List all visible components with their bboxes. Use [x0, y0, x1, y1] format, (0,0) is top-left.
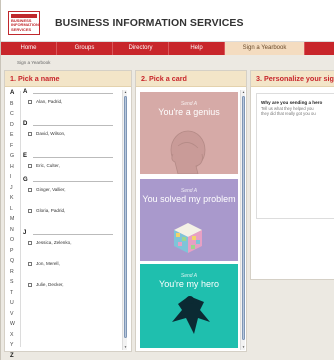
group-header-g: G	[23, 176, 119, 185]
panel-title-pick-name: 1. Pick a name	[5, 71, 131, 87]
nav-help[interactable]: Help	[169, 42, 225, 55]
main-nav: Home Groups Directory Help Sign a Yearbo…	[1, 42, 334, 55]
name-checkbox[interactable]	[28, 208, 32, 213]
name-item[interactable]: Julie, Decker,	[23, 280, 119, 289]
panel-title-pick-card: 2. Pick a card	[136, 71, 246, 87]
alpha-letter[interactable]: L	[5, 204, 21, 215]
alpha-letter[interactable]: R	[5, 267, 21, 278]
name-checkbox[interactable]	[28, 163, 32, 168]
card-genius[interactable]: Send A You're a genius	[140, 92, 238, 174]
pick-card-panel: 2. Pick a card Send A You're a genius Se…	[135, 70, 247, 352]
nav-directory[interactable]: Directory	[113, 42, 169, 55]
alpha-letter[interactable]: U	[5, 298, 21, 309]
rubiks-cube-illustration	[174, 223, 202, 253]
name-label: David, Wilson,	[36, 131, 66, 136]
alpha-letter[interactable]: Q	[5, 256, 21, 267]
name-checkbox[interactable]	[28, 99, 32, 104]
card-solved-problem[interactable]: Send A You solved my problem	[140, 179, 238, 261]
name-checkbox[interactable]	[28, 261, 32, 266]
name-label: Alan, Padrid,	[36, 99, 63, 104]
alpha-letter[interactable]: F	[5, 141, 21, 152]
alpha-letter[interactable]: I	[5, 172, 21, 183]
alpha-letter[interactable]: X	[5, 330, 21, 341]
personalize-panel: 3. Personalize your sig Why are you send…	[250, 70, 334, 280]
name-item[interactable]: David, Wilson,	[23, 129, 119, 138]
scroll-up-arrow-icon[interactable]: ▲	[241, 91, 246, 94]
name-checkbox[interactable]	[28, 131, 32, 136]
alpha-letter[interactable]: N	[5, 225, 21, 236]
alphabet-index: A B C D E F G H I J K L M N O P Q R S T …	[5, 88, 21, 360]
card-list-scrollbar[interactable]: ▲ ▼	[240, 90, 245, 350]
panel-title-personalize: 3. Personalize your sig	[251, 71, 334, 87]
alpha-letter[interactable]: T	[5, 288, 21, 299]
site-header: BUSINESS INFORMATION SERVICES BUSINESS I…	[1, 0, 334, 42]
nav-groups[interactable]: Groups	[57, 42, 113, 55]
alpha-letter[interactable]: E	[5, 130, 21, 141]
breadcrumb[interactable]: Sign a Yearbook	[17, 60, 50, 65]
scroll-up-arrow-icon[interactable]: ▲	[123, 91, 128, 94]
card-hero[interactable]: Send A You're my hero	[140, 264, 238, 348]
alphabet-divider	[20, 91, 21, 347]
alpha-letter[interactable]: C	[5, 109, 21, 120]
alpha-letter[interactable]: D	[5, 120, 21, 131]
company-logo[interactable]: BUSINESS INFORMATION SERVICES	[8, 11, 40, 35]
alpha-letter[interactable]: Y	[5, 340, 21, 351]
alpha-letter[interactable]: M	[5, 214, 21, 225]
message-question: Why are you sending a hero	[261, 100, 323, 105]
name-label: Ginger, Vallier,	[36, 187, 66, 192]
group-header-e: E	[23, 152, 119, 161]
group-header-d: D	[23, 120, 119, 129]
pick-name-panel: 1. Pick a name A B C D E F G H I J K L M…	[4, 70, 132, 359]
name-item[interactable]: Gloria, Padrid,	[23, 206, 119, 215]
name-list: A Alan, Padrid, D David, Wilson, E Eric,…	[23, 88, 119, 289]
scroll-down-arrow-icon[interactable]: ▼	[123, 346, 128, 349]
scrollbar-thumb[interactable]	[241, 96, 245, 340]
name-item[interactable]: Jon, Merell,	[23, 259, 119, 268]
name-item[interactable]: Alan, Padrid,	[23, 97, 119, 106]
name-checkbox[interactable]	[28, 240, 32, 245]
name-item[interactable]: Eric, Culter,	[23, 161, 119, 170]
name-item[interactable]: Ginger, Vallier,	[23, 185, 119, 194]
alpha-letter[interactable]: G	[5, 151, 21, 162]
brand-title: BUSINESS INFORMATION SERVICES	[55, 17, 244, 29]
alpha-letter[interactable]: H	[5, 162, 21, 173]
name-checkbox[interactable]	[28, 282, 32, 287]
scrollbar-thumb[interactable]	[123, 96, 127, 338]
alpha-letter[interactable]: W	[5, 319, 21, 330]
message-hint: Tell us what they helped you they did th…	[261, 106, 316, 117]
nav-home[interactable]: Home	[1, 42, 57, 55]
message-textarea[interactable]: Why are you sending a hero Tell us what …	[256, 93, 334, 219]
flying-hero-illustration	[172, 296, 210, 334]
logo-line-3: SERVICES	[11, 26, 32, 32]
name-label: Julie, Decker,	[36, 282, 64, 287]
name-list-scrollbar[interactable]: ▲ ▼	[122, 90, 127, 350]
alpha-letter[interactable]: A	[5, 88, 21, 99]
scroll-down-arrow-icon[interactable]: ▼	[241, 346, 246, 349]
name-label: Jon, Merell,	[36, 261, 60, 266]
alpha-letter[interactable]: P	[5, 246, 21, 257]
group-header-j: J	[23, 229, 119, 238]
hint-line: they did that really got you ou	[261, 111, 316, 117]
alpha-letter[interactable]: Z	[5, 351, 21, 360]
head-profile-illustration	[170, 130, 206, 174]
name-item[interactable]: Jessica, Zelenko,	[23, 238, 119, 247]
alpha-letter[interactable]: B	[5, 99, 21, 110]
name-checkbox[interactable]	[28, 187, 32, 192]
name-label: Eric, Culter,	[36, 163, 60, 168]
name-label: Gloria, Padrid,	[36, 208, 66, 213]
nav-more[interactable]	[305, 42, 334, 55]
nav-sign-yearbook[interactable]: Sign a Yearbook	[225, 42, 305, 55]
alpha-letter[interactable]: J	[5, 183, 21, 194]
name-label: Jessica, Zelenko,	[36, 240, 72, 245]
alpha-letter[interactable]: O	[5, 235, 21, 246]
group-header-a: A	[23, 88, 119, 97]
alpha-letter[interactable]: K	[5, 193, 21, 204]
alpha-letter[interactable]: V	[5, 309, 21, 320]
alpha-letter[interactable]: S	[5, 277, 21, 288]
app-frame: BUSINESS INFORMATION SERVICES BUSINESS I…	[0, 0, 334, 360]
